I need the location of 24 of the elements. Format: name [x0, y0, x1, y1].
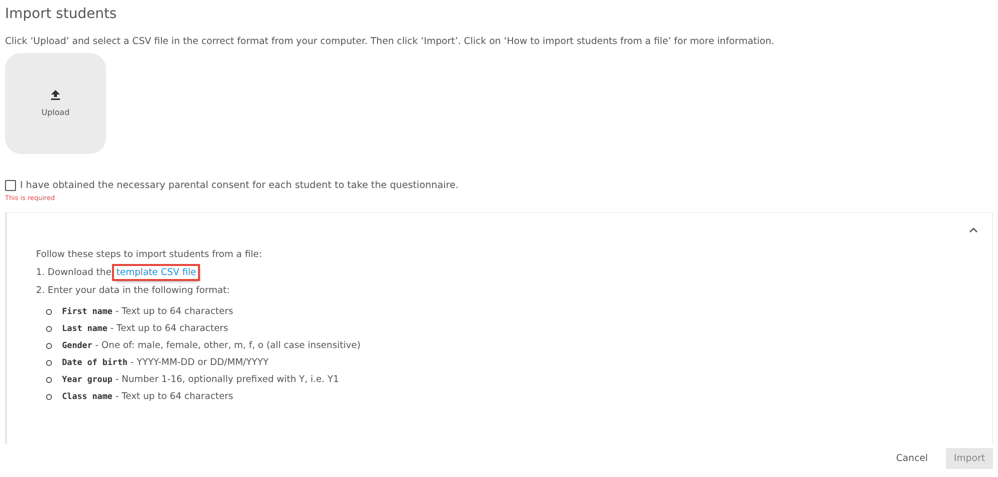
field-description: Date of birth - YYYY-MM-DD or DD/MM/YYYY — [62, 357, 269, 368]
field-description: Gender - One of: male, female, other, m, f, o (all case insensitive) — [62, 340, 361, 351]
step-text: 2. Enter your data in the following format: — [36, 285, 231, 296]
bullet-icon — [46, 376, 52, 382]
template-link[interactable]: template CSV file — [114, 266, 198, 279]
bullet-icon — [46, 360, 52, 366]
field-description: Class name - Text up to 64 characters — [62, 391, 234, 402]
chevron-icon[interactable] — [969, 227, 978, 233]
page-title: Import students — [5, 6, 118, 22]
bullet-icon — [46, 342, 52, 348]
bullet-icon — [46, 308, 52, 314]
field-description: Last name - Text up to 64 characters — [62, 323, 228, 334]
consent-label: I have obtained the necessary parental consent for each student to take the questionnaire. — [20, 180, 459, 191]
step-text: 1. Download the — [36, 267, 112, 278]
cancel-button[interactable]: Cancel — [888, 448, 936, 469]
instructions-text: Click ‘Upload’ and select a CSV file in the correct format from your computer. Then click ‘Import’. Click on ‘How to import students from a file’ for more information. — [5, 36, 776, 47]
field-description: Year group - Number 1-16, optionally prefixed with Y, i.e. Y1 — [62, 374, 339, 385]
intro-text: Follow these steps to import students from a file: — [36, 249, 263, 260]
bullet-icon — [46, 394, 52, 400]
field-description: First name - Text up to 64 characters — [62, 306, 234, 317]
upload-icon — [51, 90, 60, 100]
upload-button[interactable]: Upload — [5, 53, 106, 154]
bullet-icon — [46, 326, 52, 332]
consent-checkbox[interactable] — [5, 180, 16, 191]
